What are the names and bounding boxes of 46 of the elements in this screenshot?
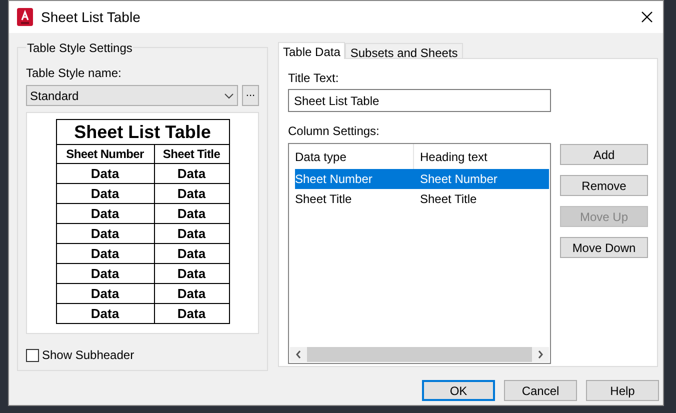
checkbox-label: Show Subheader [42, 347, 134, 364]
preview-cell: Data [56, 264, 154, 283]
list-row[interactable]: Sheet Title Sheet Title [295, 189, 549, 209]
preview-cell-text: Data [176, 225, 207, 243]
checkbox[interactable] [26, 348, 39, 362]
style-dropdown[interactable]: Standard [26, 85, 238, 106]
field-label: Table Style name: [26, 65, 122, 82]
side-button[interactable]: Remove [560, 175, 648, 196]
column-header[interactable]: Heading text [414, 144, 550, 169]
preview-cell-text: Data [176, 265, 207, 283]
preview-cell: Data [56, 244, 154, 263]
preview-cell-text: Data [176, 205, 207, 223]
tab[interactable]: Subsets and Sheets [345, 43, 463, 58]
browse-button[interactable]: ... [242, 85, 259, 106]
preview-cell: Data [56, 204, 154, 223]
dialog-button[interactable]: Help [586, 380, 659, 401]
preview-cell-text: Data [176, 185, 207, 203]
preview-cell: Data [56, 164, 154, 183]
preview-cell-text: Data [176, 305, 207, 323]
preview-cell: Data [56, 304, 154, 323]
preview-header-cell: Sheet Number [56, 145, 154, 163]
tab[interactable]: Table Data [278, 42, 346, 59]
preview-cell-text: Data [176, 245, 207, 263]
app-icon [17, 8, 33, 26]
list-cell-text: Sheet Number [295, 171, 374, 188]
list-cell-text: Sheet Number [420, 171, 498, 188]
preview-title: Sheet List Table [56, 120, 228, 145]
close-icon[interactable] [641, 11, 653, 23]
title-text-field[interactable]: Sheet List Table [288, 89, 551, 112]
side-button[interactable]: Add [560, 144, 648, 165]
side-button[interactable]: Move Down [560, 237, 648, 258]
chevron-icon [224, 92, 234, 98]
preview-cell-text: Data [176, 165, 207, 183]
dialog-button[interactable]: OK [422, 380, 495, 401]
preview-cell-text: Data [176, 285, 207, 303]
list-row[interactable]: Sheet Number Sheet Number [295, 169, 549, 189]
preview-cell: Data [56, 184, 154, 203]
list-cell-text: Sheet Title [420, 191, 478, 208]
list-cell-text: Sheet Title [295, 191, 353, 208]
field-label: Column Settings: [288, 123, 380, 140]
preview-cell: Data [56, 284, 154, 303]
field-label: Title Text: [288, 70, 340, 87]
window-title: Sheet List Table [41, 8, 140, 26]
dialog-button[interactable]: Cancel [504, 380, 577, 401]
preview-cell: Data [56, 224, 154, 243]
preview-header-cell-text: Sheet Title [162, 146, 222, 163]
